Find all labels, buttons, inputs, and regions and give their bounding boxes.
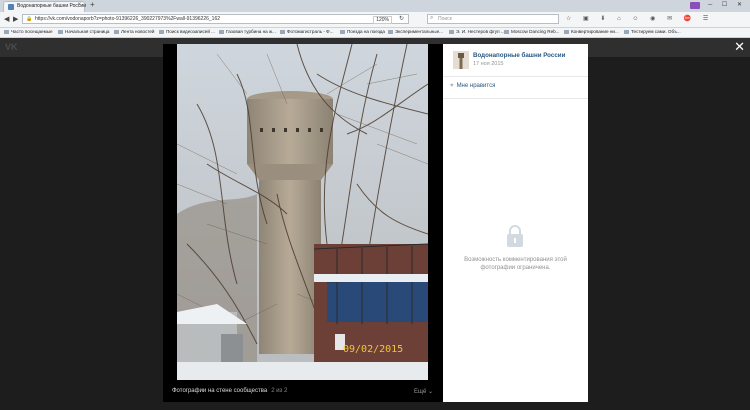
vk-logo[interactable]: VK — [5, 42, 18, 52]
close-viewer-icon[interactable]: ✕ — [734, 40, 745, 53]
bookmark-item[interactable]: Часто посещаемые — [4, 29, 53, 34]
search-icon: ⌕ — [430, 15, 434, 21]
new-tab-button[interactable]: + — [90, 0, 95, 9]
like-label: Мне нравится — [456, 83, 496, 89]
community-name[interactable]: Водонапорные башни России — [473, 52, 565, 59]
bookmark-item[interactable]: Фотомагистраль - Ф... — [280, 29, 334, 34]
community-avatar[interactable] — [453, 51, 469, 69]
bookmark-item[interactable]: Начальная страница — [58, 29, 109, 34]
bookmark-item[interactable]: Лента новостей — [114, 29, 155, 34]
like-button[interactable]: ♥ Мне нравится — [450, 83, 495, 89]
url-text: https://vk.com/vodonaporb?z=photo-913962… — [35, 16, 221, 22]
heart-icon: ♥ — [450, 83, 454, 89]
photo[interactable]: 09/02/2015 — [177, 44, 428, 380]
vk-favicon-icon — [8, 4, 14, 10]
profile-icon[interactable] — [690, 2, 700, 9]
tower-shaft — [259, 154, 321, 354]
zoom-level[interactable]: 120% — [373, 16, 392, 24]
comments-disabled-notice: Возможность комментирования этой фотогра… — [464, 257, 567, 271]
bookmark-item[interactable]: Тестируем сами. Объ... — [624, 29, 681, 34]
water-tower-icon — [458, 53, 464, 69]
bookmark-item[interactable]: Поиск видеозаписей ... — [159, 29, 215, 34]
bookmark-item[interactable]: Конвертирование ни... — [564, 29, 619, 34]
search-placeholder: Поиск — [438, 16, 452, 22]
browser-tab[interactable]: Водонапорные башни России × — [3, 1, 87, 12]
photo-date[interactable]: 17 ноя 2015 — [473, 61, 503, 67]
browser-tab-strip: Водонапорные башни России × + ─ ☐ ✕ — [0, 0, 750, 12]
bookmark-item[interactable]: Э. И. Нестеров фгуп ... — [449, 29, 505, 34]
more-button[interactable]: Ещё ⌄ — [414, 388, 433, 395]
toolbar-icons[interactable]: ☆ ▣ ⬇ ⌂ ☺ ◉ ✉ ⛔ ☰ — [566, 15, 713, 22]
bookmark-item[interactable]: Поезда на поезда — [340, 29, 385, 34]
bookmark-item[interactable]: Moscow Dancing Reb... — [504, 29, 560, 34]
balcony-blue — [327, 282, 428, 322]
search-box[interactable]: ⌕ Поиск — [427, 14, 559, 24]
navigation-toolbar: ◀ ▶ 🔒 https://vk.com/vodonaporb?z=photo-… — [0, 12, 750, 28]
divider — [443, 98, 588, 99]
secure-lock-icon: 🔒 — [26, 16, 33, 22]
divider — [443, 76, 588, 77]
photo-caption: Фотографии на стене сообщества 2 из 2 — [172, 388, 287, 394]
bookmark-item[interactable]: Экспериментальные... — [388, 29, 443, 34]
photo-info-panel: Водонапорные башни России 17 ноя 2015 ♥ М… — [443, 44, 588, 402]
bookmark-item[interactable]: Газовая турбина на ж... — [219, 29, 276, 34]
snow-roof — [314, 274, 428, 282]
back-icon[interactable]: ◀ — [4, 15, 9, 23]
forward-icon[interactable]: ▶ — [13, 15, 18, 23]
tab-close-icon[interactable]: × — [77, 2, 81, 8]
album-link[interactable]: Фотографии на стене сообщества — [172, 388, 267, 394]
photo-date-stamp: 09/02/2015 — [343, 344, 403, 355]
window-controls[interactable]: ─ ☐ ✕ — [708, 1, 746, 8]
tab-title: Водонапорные башни России — [17, 3, 87, 9]
address-bar[interactable]: 🔒 https://vk.com/vodonaporb?z=photo-9139… — [22, 14, 409, 24]
reload-icon[interactable]: ↻ — [399, 15, 404, 22]
lock-icon — [507, 225, 523, 247]
ground-snow — [177, 362, 428, 380]
tower-tank-base — [247, 164, 333, 180]
photo-counter: 2 из 2 — [271, 388, 288, 394]
bookmarks-toolbar: Часто посещаемые Начальная страница Лент… — [0, 28, 750, 38]
